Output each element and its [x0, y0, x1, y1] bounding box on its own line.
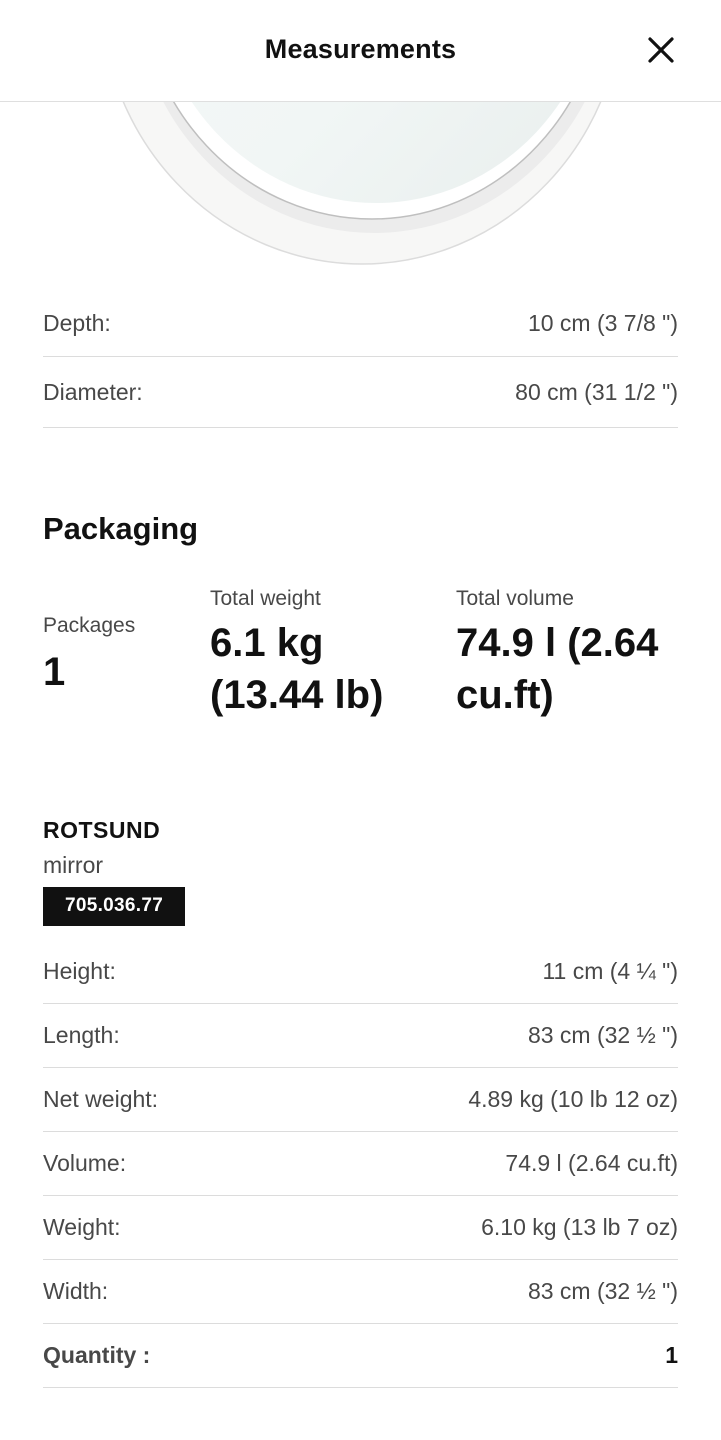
package-label: Width: — [43, 1278, 109, 1304]
total-weight-stat: Total weight 6.1 kg (13.44 lb) — [210, 587, 430, 721]
article-number-badge: 705.036.77 — [43, 887, 186, 926]
modal-title: Measurements — [264, 34, 457, 64]
packaging-summary: Packages 1 Total weight 6.1 kg (13.44 lb… — [43, 577, 678, 767]
package-label: Volume: — [43, 1150, 127, 1176]
package-row-length: Length: 83 cm (32 ½ ") — [43, 1004, 678, 1068]
package-label: Net weight: — [43, 1086, 159, 1112]
dimension-label: Diameter: — [43, 378, 143, 405]
product-name: ROTSUND — [43, 817, 161, 843]
round-mirror-image — [122, 101, 602, 265]
modal-header: Measurements — [0, 0, 721, 102]
quantity-value: 1 — [665, 1342, 678, 1368]
package-row-quantity: Quantity : 1 — [43, 1324, 678, 1388]
product-image — [0, 101, 721, 271]
package-label: Height: — [43, 958, 116, 984]
dimension-value: 10 cm (3 7/8 ") — [527, 309, 678, 336]
package-value: 6.10 kg (13 lb 7 oz) — [481, 1214, 678, 1240]
package-label: Weight: — [43, 1214, 121, 1240]
close-button[interactable] — [641, 30, 681, 70]
package-value: 74.9 l (2.64 cu.ft) — [505, 1150, 678, 1176]
packages-stat: Packages 1 — [43, 614, 135, 698]
package-row-height: Height: 11 cm (4 ¼ ") — [43, 940, 678, 1004]
packages-label: Packages — [43, 614, 136, 637]
package-row-weight: Weight: 6.10 kg (13 lb 7 oz) — [43, 1196, 678, 1260]
product-type: mirror — [43, 852, 104, 878]
package-label: Length: — [43, 1022, 120, 1048]
dimension-row-diameter: Diameter: 80 cm (31 1/2 ") — [43, 357, 678, 428]
total-weight-value: 6.1 kg (13.44 lb) — [210, 617, 430, 721]
total-volume-line1: 74.9 l (2.64 — [456, 621, 659, 665]
dimension-row-depth: Depth: 10 cm (3 7/8 ") — [43, 290, 678, 357]
package-value: 11 cm (4 ¼ ") — [542, 958, 678, 984]
package-value: 83 cm (32 ½ ") — [527, 1278, 678, 1304]
total-volume-stat: Total volume 74.9 l (2.64 cu.ft) — [456, 587, 686, 721]
quantity-label: Quantity : — [43, 1342, 151, 1368]
total-weight-line1: 6.1 kg — [210, 621, 324, 665]
package-row-net-weight: Net weight: 4.89 kg (10 lb 12 oz) — [43, 1068, 678, 1132]
total-volume-line2: cu.ft) — [456, 673, 554, 717]
total-volume-label: Total volume — [456, 587, 574, 610]
package-row-width: Width: 83 cm (32 ½ ") — [43, 1260, 678, 1324]
measurements-content: Depth: 10 cm (3 7/8 ") Diameter: 80 cm (… — [43, 290, 678, 1388]
packaging-heading: Packaging — [43, 511, 199, 546]
close-icon[interactable] — [641, 30, 681, 70]
package-value: 83 cm (32 ½ ") — [527, 1022, 678, 1048]
packages-value: 1 — [43, 650, 66, 694]
dimension-value: 80 cm (31 1/2 ") — [515, 378, 678, 405]
total-weight-label: Total weight — [210, 587, 321, 610]
total-volume-value: 74.9 l (2.64 cu.ft) — [456, 617, 686, 721]
dimensions-list: Depth: 10 cm (3 7/8 ") Diameter: 80 cm (… — [43, 290, 678, 428]
dimension-label: Depth: — [43, 309, 111, 336]
package-value: 4.89 kg (10 lb 12 oz) — [468, 1086, 678, 1112]
package-details-list: Height: 11 cm (4 ¼ ") Length: 83 cm (32 … — [43, 940, 678, 1388]
package-row-volume: Volume: 74.9 l (2.64 cu.ft) — [43, 1132, 678, 1196]
total-weight-line2: (13.44 lb) — [210, 673, 384, 717]
